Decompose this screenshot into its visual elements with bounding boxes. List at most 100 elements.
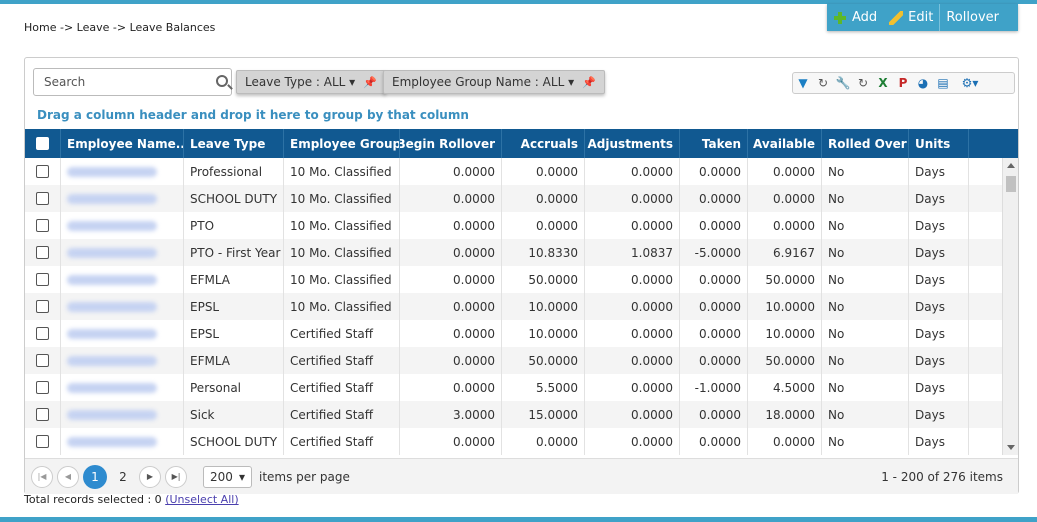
vertical-scrollbar[interactable] <box>1002 158 1018 455</box>
row-checkbox[interactable] <box>36 192 49 205</box>
col-employee-name[interactable]: Employee Name... <box>61 129 184 158</box>
cell-rolled-over: No <box>822 428 909 455</box>
leave-balance-grid: Employee Name... Leave Type Employee Gro… <box>25 129 1018 455</box>
row-checkbox-cell[interactable] <box>25 347 61 374</box>
cell-rolled-over: No <box>822 401 909 428</box>
cell-employee-group: Certified Staff <box>284 374 400 401</box>
row-checkbox-cell[interactable] <box>25 374 61 401</box>
search-input[interactable] <box>33 68 232 96</box>
col-rolled-over[interactable]: Rolled Over <box>822 129 909 158</box>
table-row[interactable]: SCHOOL DUTY 10 Mo. Classified 0.0000 0.0000… <box>25 185 1018 212</box>
wrench-icon[interactable]: 🔧 <box>833 73 853 93</box>
cell-accruals: 50.0000 <box>502 266 585 293</box>
col-spacer <box>969 129 1018 158</box>
row-checkbox-cell[interactable] <box>25 158 61 185</box>
row-checkbox[interactable] <box>36 246 49 259</box>
col-leave-type[interactable]: Leave Type <box>184 129 284 158</box>
edit-label: Edit <box>908 10 934 25</box>
col-begin-rollover[interactable]: Begin Rollover <box>400 129 502 158</box>
filter-icon[interactable]: ▼ <box>793 73 813 93</box>
row-checkbox-cell[interactable] <box>25 293 61 320</box>
prev-page-icon[interactable]: ◀ <box>57 465 79 488</box>
row-checkbox-cell[interactable] <box>25 401 61 428</box>
leave-type-filter[interactable]: Leave Type : ALL ▾ 📌 <box>236 70 386 94</box>
first-page-icon[interactable]: |◀ <box>31 465 53 488</box>
row-checkbox-cell[interactable] <box>25 239 61 266</box>
items-per-page-label: items per page <box>259 469 350 484</box>
chevron-down-icon: ▾ <box>238 469 245 484</box>
cell-units: Days <box>909 212 969 239</box>
row-checkbox[interactable] <box>36 273 49 286</box>
add-label: Add <box>852 10 878 25</box>
last-page-icon[interactable]: ▶| <box>165 465 187 488</box>
rollover-button[interactable]: Rollover <box>939 4 1005 31</box>
pin-icon[interactable]: 📌 <box>363 76 377 89</box>
row-checkbox[interactable] <box>36 219 49 232</box>
col-taken[interactable]: Taken <box>680 129 748 158</box>
cell-employee-group: 10 Mo. Classified <box>284 212 400 239</box>
table-row[interactable]: EFMLA 10 Mo. Classified 0.0000 50.0000 0.000… <box>25 266 1018 293</box>
row-checkbox-cell[interactable] <box>25 212 61 239</box>
items-per-page-select[interactable]: 200 ▾ <box>203 465 252 488</box>
cell-employee-group: Certified Staff <box>284 347 400 374</box>
col-units[interactable]: Units <box>909 129 969 158</box>
pencil-icon <box>889 10 904 25</box>
pdf-export-icon[interactable]: P <box>893 73 913 93</box>
table-row[interactable]: EPSL 10 Mo. Classified 0.0000 10.0000 0.0000… <box>25 293 1018 320</box>
grid-panel: Leave Type : ALL ▾ 📌 Employee Group Name… <box>24 57 1019 494</box>
cell-begin-rollover: 0.0000 <box>400 185 502 212</box>
table-row[interactable]: Sick Certified Staff 3.0000 15.0000 0.0000 0.… <box>25 401 1018 428</box>
table-row[interactable]: Professional 10 Mo. Classified 0.0000 0.000… <box>25 158 1018 185</box>
table-row[interactable]: Personal Certified Staff 0.0000 5.5000 0.000… <box>25 374 1018 401</box>
row-checkbox[interactable] <box>36 327 49 340</box>
gear-dropdown-icon[interactable]: ⚙▾ <box>953 73 987 93</box>
reset-icon[interactable]: ↻ <box>853 73 873 93</box>
col-available[interactable]: Available <box>748 129 822 158</box>
page-1-button[interactable]: 1 <box>83 464 107 489</box>
table-row[interactable]: SCHOOL DUTY Certified Staff 0.0000 0.0000 0.… <box>25 428 1018 455</box>
select-all-checkbox-cell[interactable] <box>25 129 61 158</box>
col-employee-group[interactable]: Employee Group <box>284 129 400 158</box>
leave-type-filter-label: Leave Type : ALL ▾ <box>245 75 356 89</box>
breadcrumb: Home -> Leave -> Leave Balances <box>24 21 216 34</box>
col-adjustments[interactable]: Adjustments <box>585 129 680 158</box>
cell-adjustments: 0.0000 <box>585 320 680 347</box>
row-checkbox[interactable] <box>36 354 49 367</box>
cell-adjustments: 0.0000 <box>585 185 680 212</box>
excel-export-icon[interactable]: X <box>873 73 893 93</box>
unselect-all-link[interactable]: (Unselect All) <box>165 493 238 506</box>
add-button[interactable]: Add <box>827 4 883 31</box>
row-checkbox[interactable] <box>36 300 49 313</box>
select-all-checkbox[interactable] <box>36 137 49 150</box>
row-checkbox-cell[interactable] <box>25 185 61 212</box>
next-page-icon[interactable]: ▶ <box>139 465 161 488</box>
chart-icon[interactable]: ◕ <box>913 73 933 93</box>
table-row[interactable]: PTO - First Year 10 Mo. Classified 0.0000 1… <box>25 239 1018 266</box>
scroll-thumb[interactable] <box>1006 176 1016 192</box>
refresh-icon[interactable]: ↻ <box>813 73 833 93</box>
table-row[interactable]: EFMLA Certified Staff 0.0000 50.0000 0.0000 0… <box>25 347 1018 374</box>
employee-group-filter[interactable]: Employee Group Name : ALL ▾ 📌 <box>383 70 605 94</box>
scroll-down-icon[interactable] <box>1007 445 1015 450</box>
row-checkbox[interactable] <box>36 165 49 178</box>
search-icon[interactable] <box>216 75 228 87</box>
cell-units: Days <box>909 185 969 212</box>
row-checkbox[interactable] <box>36 408 49 421</box>
table-row[interactable]: PTO 10 Mo. Classified 0.0000 0.0000 0.0000 0.… <box>25 212 1018 239</box>
row-checkbox[interactable] <box>36 381 49 394</box>
cell-rolled-over: No <box>822 293 909 320</box>
page-2-button[interactable]: 2 <box>111 465 135 489</box>
scroll-up-icon[interactable] <box>1007 163 1015 168</box>
row-checkbox[interactable] <box>36 435 49 448</box>
row-checkbox-cell[interactable] <box>25 428 61 455</box>
row-checkbox-cell[interactable] <box>25 266 61 293</box>
pin-icon[interactable]: 📌 <box>582 76 596 89</box>
group-drop-hint[interactable]: Drag a column header and drop it here to… <box>37 108 469 122</box>
document-icon[interactable]: ▤ <box>933 73 953 93</box>
table-row[interactable]: EPSL Certified Staff 0.0000 10.0000 0.0000 0.… <box>25 320 1018 347</box>
edit-button[interactable]: Edit <box>883 4 939 31</box>
cell-begin-rollover: 0.0000 <box>400 428 502 455</box>
row-checkbox-cell[interactable] <box>25 320 61 347</box>
grid-header: Employee Name... Leave Type Employee Gro… <box>25 129 1018 158</box>
col-accruals[interactable]: Accruals <box>502 129 585 158</box>
